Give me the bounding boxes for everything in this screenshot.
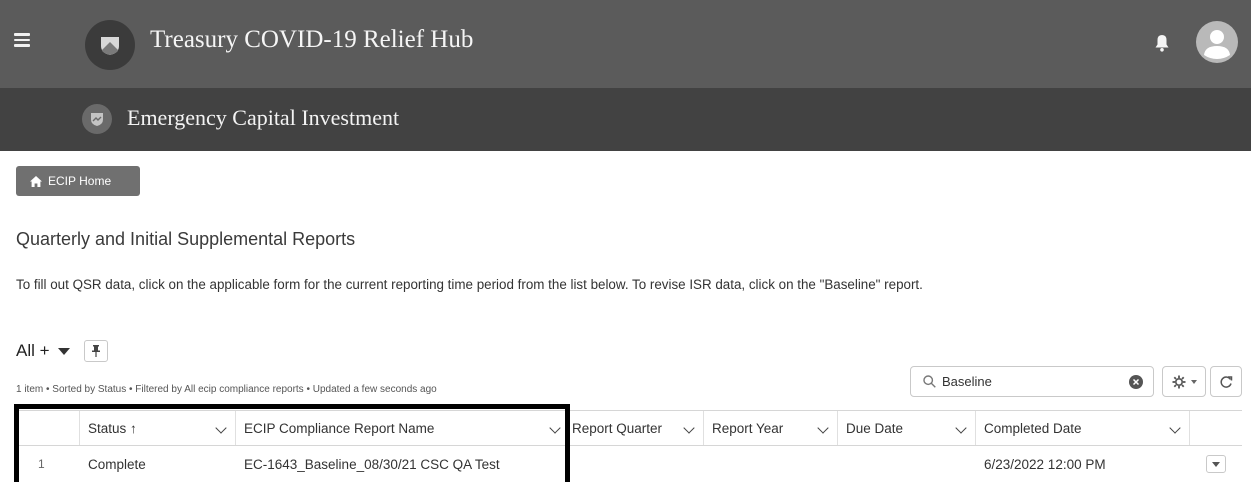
pin-icon — [91, 345, 100, 357]
column-header-label: Status ↑ — [88, 420, 137, 436]
row-number-header — [16, 411, 80, 445]
chevron-down-icon[interactable] — [683, 422, 695, 434]
chevron-down-icon — [1190, 379, 1197, 384]
reports-table: Status ↑ ECIP Compliance Report Name Rep… — [16, 410, 1242, 482]
bell-icon[interactable] — [1154, 34, 1170, 52]
section-title: Quarterly and Initial Supplemental Repor… — [16, 229, 356, 249]
column-header-report-name[interactable]: ECIP Compliance Report Name — [236, 411, 570, 445]
column-header-label: Report Year — [712, 420, 784, 436]
chevron-down-icon — [1212, 461, 1220, 467]
search-box[interactable] — [910, 366, 1154, 397]
list-view-name: All + — [16, 341, 50, 360]
row-actions-button[interactable] — [1206, 455, 1226, 473]
table-header: Status ↑ ECIP Compliance Report Name Rep… — [16, 410, 1242, 446]
instructions-text: To fill out QSR data, click on the appli… — [16, 277, 923, 292]
list-settings-button[interactable] — [1162, 366, 1206, 397]
column-header-label: Due Date — [846, 420, 904, 436]
list-view-header: All + — [16, 340, 108, 362]
column-header-label: ECIP Compliance Report Name — [244, 420, 435, 436]
shield-logo-icon[interactable] — [85, 20, 135, 70]
report-name-link[interactable]: EC-1643_Baseline_08/30/21 CSC QA Test — [236, 457, 570, 472]
column-header-completed-date[interactable]: Completed Date — [976, 411, 1190, 445]
app-subheader: Emergency Capital Investment — [0, 88, 1251, 151]
actions-header — [1190, 411, 1242, 445]
refresh-icon — [1220, 375, 1233, 388]
refresh-button[interactable] — [1210, 366, 1242, 397]
column-header-due-date[interactable]: Due Date — [838, 411, 976, 445]
shield-logo-icon — [82, 104, 112, 134]
list-view-meta: 1 item • Sorted by Status • Filtered by … — [16, 384, 437, 395]
clear-icon[interactable] — [1129, 375, 1143, 389]
ecip-home-button[interactable]: ECIP Home — [16, 166, 140, 196]
global-header: Treasury COVID-19 Relief Hub — [0, 0, 1251, 88]
chevron-down-icon[interactable] — [215, 422, 227, 434]
column-header-label: Completed Date — [984, 420, 1082, 436]
chevron-down-icon[interactable] — [955, 422, 967, 434]
app-subtitle: Emergency Capital Investment — [127, 105, 400, 130]
app-title: Treasury COVID-19 Relief Hub — [150, 26, 474, 53]
completed-date-cell: 6/23/2022 12:00 PM — [984, 456, 1106, 472]
avatar-icon[interactable] — [1196, 21, 1238, 63]
home-icon — [30, 175, 42, 187]
status-cell: Complete — [88, 456, 146, 472]
search-icon — [923, 375, 936, 388]
chevron-down-icon[interactable] — [817, 422, 829, 434]
chevron-down-icon[interactable] — [549, 422, 561, 434]
chevron-down-icon[interactable] — [1169, 422, 1181, 434]
gear-icon — [1172, 375, 1185, 388]
column-header-report-quarter[interactable]: Report Quarter — [570, 411, 704, 445]
column-header-status[interactable]: Status ↑ — [80, 411, 236, 445]
row-number: 1 — [38, 457, 45, 471]
column-header-report-year[interactable]: Report Year — [704, 411, 838, 445]
hamburger-icon[interactable] — [14, 33, 30, 47]
row-actions-cell — [1190, 455, 1242, 473]
table-row[interactable]: 1 Complete EC-1643_Baseline_08/30/21 CSC… — [16, 446, 1242, 482]
ecip-home-label: ECIP Home — [48, 174, 112, 188]
search-input[interactable] — [942, 374, 1122, 389]
column-header-label: Report Quarter — [572, 420, 663, 436]
list-view-dropdown-icon[interactable] — [57, 347, 70, 355]
pin-list-button[interactable] — [83, 340, 108, 362]
